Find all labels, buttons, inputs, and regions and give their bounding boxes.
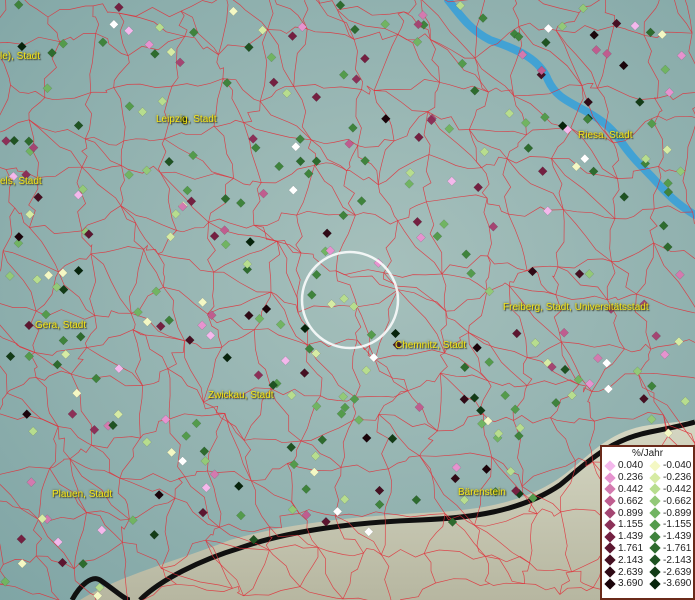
legend-label: -0.236 bbox=[663, 472, 692, 484]
legend-entry: -1.439 bbox=[649, 531, 693, 543]
legend-label: 0.040 bbox=[618, 460, 644, 472]
legend-label: -3.690 bbox=[663, 578, 692, 590]
legend-entry: 0.442 bbox=[604, 483, 648, 496]
legend-entry: 0.662 bbox=[604, 495, 648, 507]
legend-entry: 2.143 bbox=[604, 554, 648, 566]
legend-swatch bbox=[604, 472, 616, 484]
city-label: Plauen, Stadt bbox=[52, 489, 113, 500]
legend-swatch bbox=[604, 542, 616, 555]
legend-swatch bbox=[649, 531, 661, 543]
legend-label: -0.662 bbox=[663, 495, 692, 507]
legend-title: %/Jahr bbox=[631, 448, 664, 459]
legend-label: -0.899 bbox=[663, 507, 692, 519]
legend-entry: 1.439 bbox=[604, 531, 648, 543]
legend-label: 0.442 bbox=[618, 483, 644, 495]
city-label: Gera, Stadt bbox=[35, 320, 87, 331]
legend-label: -1.155 bbox=[663, 519, 692, 531]
legend-entry: -0.236 bbox=[649, 472, 693, 484]
legend-entry: -0.662 bbox=[649, 495, 693, 507]
legend-label: 1.761 bbox=[618, 542, 644, 554]
legend-label: -2.143 bbox=[663, 554, 692, 566]
legend-label: 1.439 bbox=[618, 531, 644, 543]
legend-label: -0.040 bbox=[663, 460, 692, 472]
legend-swatch bbox=[604, 554, 616, 566]
legend-label: 0.662 bbox=[618, 495, 644, 507]
city-label: els, Stadt bbox=[0, 176, 42, 187]
legend-swatch bbox=[649, 495, 661, 507]
legend-label: 3.690 bbox=[618, 578, 644, 590]
legend-entry: 1.761 bbox=[604, 542, 648, 555]
legend-entry: -2.143 bbox=[649, 554, 693, 566]
legend-swatch bbox=[649, 507, 661, 519]
legend-swatch bbox=[649, 519, 661, 531]
legend-entry: -3.690 bbox=[649, 578, 693, 590]
legend-label: -1.761 bbox=[663, 542, 692, 554]
legend-swatch bbox=[604, 483, 616, 496]
legend-swatch bbox=[604, 495, 616, 507]
legend-entry: -0.442 bbox=[649, 483, 693, 496]
legend-entry: 0.040 bbox=[604, 460, 648, 472]
legend-entry: -2.639 bbox=[649, 566, 693, 578]
legend-swatch bbox=[604, 531, 616, 543]
legend-label: -1.439 bbox=[663, 531, 692, 543]
legend-entry: 1.155 bbox=[604, 519, 648, 531]
city-label: Freiberg, Stadt, Universitätsstadt bbox=[503, 302, 649, 313]
legend-swatch bbox=[604, 578, 616, 590]
legend-swatch bbox=[604, 519, 616, 531]
city-label: Chemnitz, Stadt bbox=[395, 340, 467, 351]
legend-entry: 3.690 bbox=[604, 578, 648, 590]
legend-label: -2.639 bbox=[663, 566, 692, 578]
legend-label: 2.143 bbox=[618, 554, 644, 566]
legend-entry: -1.155 bbox=[649, 519, 693, 531]
legend-entry: 0.899 bbox=[604, 507, 648, 519]
legend-swatch bbox=[649, 542, 661, 555]
legend-swatch bbox=[649, 460, 661, 472]
legend-swatch bbox=[649, 566, 661, 578]
legend-entry: 0.236 bbox=[604, 472, 648, 484]
legend-label: 2.639 bbox=[618, 566, 644, 578]
city-label: Riesa, Stadt bbox=[578, 130, 633, 141]
trend-map[interactable] bbox=[0, 0, 695, 600]
legend-label: 0.236 bbox=[618, 472, 644, 484]
legend-entry: -1.761 bbox=[649, 542, 693, 555]
legend-swatch bbox=[604, 566, 616, 578]
legend-entry: -0.899 bbox=[649, 507, 693, 519]
legend-swatch bbox=[604, 460, 616, 472]
legend-label: 0.899 bbox=[618, 507, 644, 519]
legend: %/Jahr 0.040 -0.040 0.236 -0.236 0.442 -0.442… bbox=[600, 445, 695, 600]
legend-label: -0.442 bbox=[663, 483, 692, 495]
legend-entry: -0.040 bbox=[649, 460, 693, 472]
city-label: Leipzig, Stadt bbox=[156, 114, 217, 125]
city-label: Bärenstein bbox=[458, 487, 506, 498]
legend-swatch bbox=[649, 578, 661, 590]
legend-swatch bbox=[649, 554, 661, 566]
city-label: le), Stadt bbox=[0, 51, 41, 62]
legend-swatch bbox=[604, 507, 616, 519]
legend-swatch bbox=[649, 483, 661, 496]
city-label: Zwickau, Stadt bbox=[208, 390, 274, 401]
legend-label: 1.155 bbox=[618, 519, 644, 531]
legend-entry: 2.639 bbox=[604, 566, 648, 578]
legend-swatch bbox=[649, 472, 661, 484]
